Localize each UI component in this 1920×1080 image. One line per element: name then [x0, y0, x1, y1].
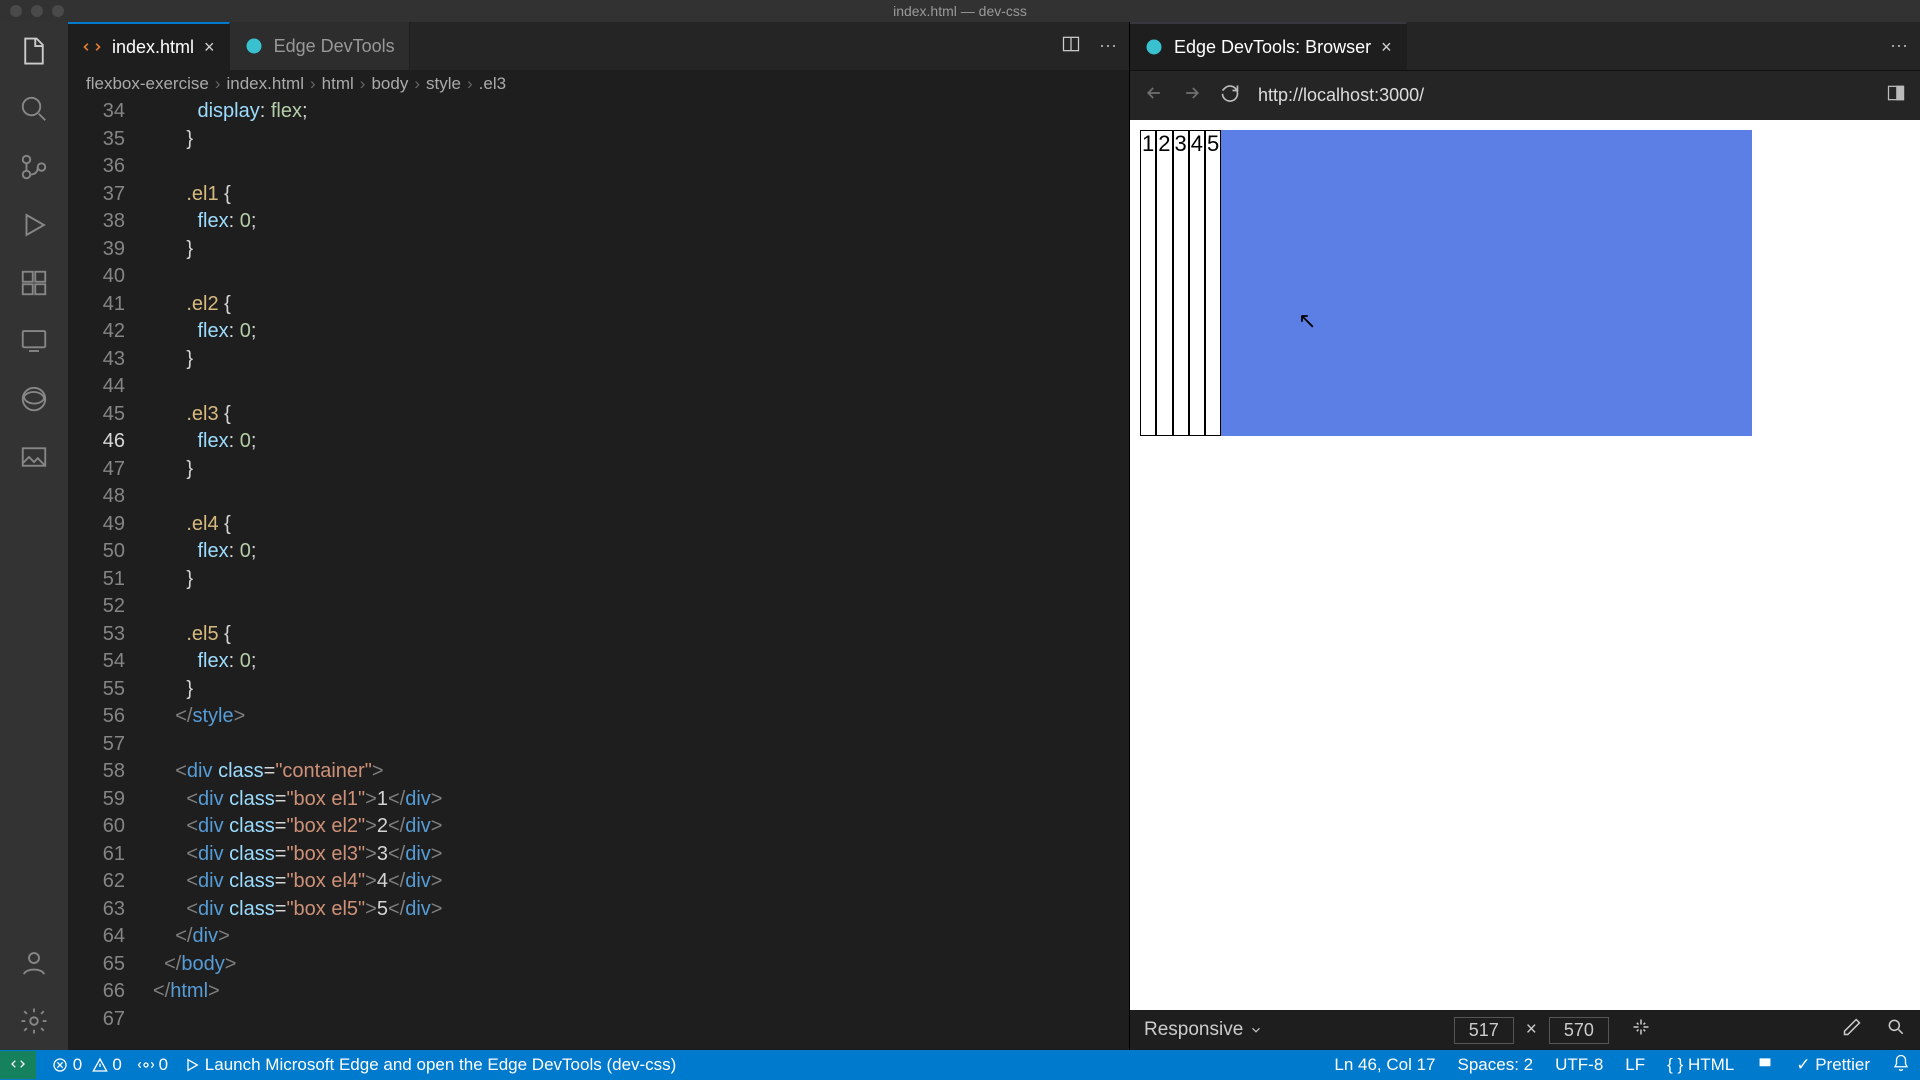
- tab-browser-devtools[interactable]: Edge DevTools: Browser ×: [1130, 22, 1407, 70]
- run-debug-icon[interactable]: [19, 210, 49, 240]
- explorer-icon[interactable]: [19, 36, 49, 66]
- close-icon[interactable]: ×: [1381, 37, 1392, 58]
- edit-icon[interactable]: [1842, 1017, 1862, 1043]
- eol-status[interactable]: LF: [1625, 1055, 1645, 1075]
- image-preview-icon[interactable]: [19, 442, 49, 472]
- reload-icon[interactable]: [1220, 83, 1240, 108]
- browser-viewport[interactable]: 12345 ↖: [1130, 120, 1920, 1010]
- encoding-status[interactable]: UTF-8: [1555, 1055, 1603, 1075]
- mouse-cursor-icon: ↖: [1298, 308, 1316, 334]
- cursor-position[interactable]: Ln 46, Col 17: [1334, 1055, 1435, 1075]
- html-file-icon: [82, 37, 102, 57]
- live-preview-icon[interactable]: [1756, 1054, 1774, 1077]
- search-icon[interactable]: [19, 94, 49, 124]
- device-mode-select[interactable]: Responsive: [1144, 1019, 1263, 1041]
- breadcrumb-segment[interactable]: body: [371, 74, 408, 94]
- settings-gear-icon[interactable]: [19, 1006, 49, 1036]
- dock-icon[interactable]: [1886, 83, 1906, 108]
- tab-edge-devtools[interactable]: Edge DevTools: [230, 22, 410, 70]
- editor-group: index.html × Edge DevTools ⋯ flexbox-exe…: [68, 22, 1130, 1050]
- url-input[interactable]: http://localhost:3000/: [1258, 85, 1868, 106]
- close-window-icon[interactable]: [10, 5, 22, 17]
- breadcrumb[interactable]: flexbox-exercise › index.html › html › b…: [68, 70, 1129, 98]
- breadcrumb-segment[interactable]: flexbox-exercise: [86, 74, 209, 94]
- more-actions-icon[interactable]: ⋯: [1890, 36, 1908, 57]
- split-editor-icon[interactable]: [1061, 34, 1081, 59]
- line-number-gutter: 3435363738394041424344454647484950515253…: [68, 98, 153, 1050]
- tab-label: index.html: [112, 37, 194, 58]
- preview-container: 12345: [1140, 130, 1752, 436]
- indentation-status[interactable]: Spaces: 2: [1458, 1055, 1534, 1075]
- minimize-window-icon[interactable]: [31, 5, 43, 17]
- window-title: index.html — dev-css: [893, 3, 1027, 19]
- forward-icon[interactable]: [1182, 83, 1202, 108]
- back-icon[interactable]: [1144, 83, 1164, 108]
- preview-box: 4: [1189, 130, 1205, 436]
- source-control-icon[interactable]: [19, 152, 49, 182]
- edge-tools-icon[interactable]: [19, 384, 49, 414]
- account-icon[interactable]: [19, 948, 49, 978]
- browser-address-bar: http://localhost:3000/: [1130, 70, 1920, 120]
- title-bar: index.html — dev-css: [0, 0, 1920, 22]
- dimension-separator: ×: [1526, 1019, 1537, 1041]
- code-editor[interactable]: 3435363738394041424344454647484950515253…: [68, 98, 1129, 1050]
- breadcrumb-segment[interactable]: style: [426, 74, 461, 94]
- ports-indicator[interactable]: 0: [138, 1055, 168, 1075]
- browser-tab-row: Edge DevTools: Browser × ⋯: [1130, 22, 1920, 70]
- activity-bar: [0, 22, 68, 1050]
- tab-label: Edge DevTools: Browser: [1174, 37, 1371, 58]
- problems-indicator[interactable]: 0 0: [52, 1055, 122, 1075]
- device-toolbar: Responsive ×: [1130, 1010, 1920, 1050]
- extensions-icon[interactable]: [19, 268, 49, 298]
- more-actions-icon[interactable]: ⋯: [1099, 36, 1117, 57]
- rotate-icon[interactable]: [1631, 1017, 1651, 1043]
- browser-tab-actions: ⋯: [1890, 22, 1920, 70]
- code-content[interactable]: display: flex; } .el1 { flex: 0; } .el2 …: [153, 98, 1129, 1050]
- edge-icon: [244, 36, 264, 56]
- remote-indicator[interactable]: [0, 1051, 36, 1079]
- breadcrumb-segment[interactable]: index.html: [227, 74, 304, 94]
- launch-devtools-button[interactable]: Launch Microsoft Edge and open the Edge …: [184, 1055, 676, 1075]
- viewport-height-input[interactable]: [1549, 1017, 1609, 1044]
- language-mode[interactable]: { } HTML: [1667, 1055, 1734, 1075]
- zoom-icon[interactable]: [1886, 1017, 1906, 1043]
- editor-tab-row: index.html × Edge DevTools ⋯: [68, 22, 1129, 70]
- editor-tab-actions: ⋯: [1061, 22, 1129, 70]
- prettier-status[interactable]: Prettier: [1796, 1055, 1870, 1075]
- preview-box: 3: [1173, 130, 1189, 436]
- notifications-icon[interactable]: [1892, 1054, 1910, 1077]
- browser-group: Edge DevTools: Browser × ⋯ http://localh…: [1130, 22, 1920, 1050]
- breadcrumb-segment[interactable]: html: [322, 74, 354, 94]
- tab-label: Edge DevTools: [274, 36, 395, 57]
- window-controls[interactable]: [10, 5, 64, 17]
- close-icon[interactable]: ×: [204, 37, 215, 58]
- preview-box: 5: [1205, 130, 1221, 436]
- remote-explorer-icon[interactable]: [19, 326, 49, 356]
- status-bar: 0 0 0 Launch Microsoft Edge and open the…: [0, 1050, 1920, 1080]
- viewport-width-input[interactable]: [1454, 1017, 1514, 1044]
- preview-box: 1: [1140, 130, 1156, 436]
- preview-box: 2: [1156, 130, 1172, 436]
- breadcrumb-segment[interactable]: .el3: [479, 74, 506, 94]
- edge-icon: [1144, 37, 1164, 57]
- tab-index-html[interactable]: index.html ×: [68, 22, 230, 70]
- zoom-window-icon[interactable]: [52, 5, 64, 17]
